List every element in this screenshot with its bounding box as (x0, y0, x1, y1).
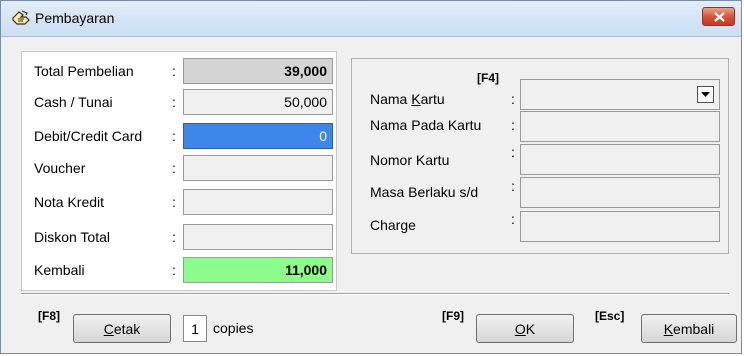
colon: : (172, 63, 176, 79)
nota-kredit-input[interactable] (183, 189, 333, 215)
voucher-row: Voucher : (22, 153, 338, 183)
kembali-field: 11,000 (183, 257, 333, 283)
cash-label: Cash / Tunai (34, 94, 113, 110)
masa-berlaku-label: Masa Berlaku s/d (370, 184, 479, 200)
nama-pada-kartu-row: Nama Pada Kartu : (352, 111, 730, 142)
colon: : (172, 128, 176, 144)
total-pembelian-row: Total Pembelian : 39,000 (22, 56, 338, 86)
colon: : (172, 229, 176, 245)
diskon-total-label: Diskon Total (34, 229, 111, 245)
nomor-kartu-label: Nomor Kartu (370, 152, 450, 168)
nomor-kartu-input[interactable] (520, 144, 720, 175)
kembali-label: Kembali (34, 262, 85, 278)
nama-pada-kartu-label: Nama Pada Kartu (370, 117, 482, 133)
total-pembelian-field: 39,000 (183, 58, 333, 84)
dropdown-button[interactable] (697, 86, 714, 103)
esc-hotkey-label: [Esc] (595, 309, 625, 323)
nama-kartu-dropdown[interactable] (520, 79, 720, 110)
voucher-label: Voucher (34, 160, 86, 176)
colon: : (511, 211, 515, 227)
close-button[interactable] (702, 7, 735, 26)
f8-hotkey-label: [F8] (38, 309, 60, 323)
charge-input[interactable] (520, 211, 720, 242)
total-pembelian-label: Total Pembelian (34, 63, 134, 79)
kembali-row: Kembali : 11,000 (22, 255, 338, 285)
diskon-total-row: Diskon Total : (22, 222, 338, 252)
colon: : (172, 160, 176, 176)
payment-hand-icon (11, 9, 31, 29)
copies-input[interactable]: 1 (183, 315, 207, 342)
copies-label: copies (213, 320, 254, 336)
colon: : (172, 262, 176, 278)
charge-label: Charge (370, 217, 416, 233)
window-title: Pembayaran (35, 10, 115, 26)
nota-kredit-label: Nota Kredit (34, 194, 105, 210)
colon: : (511, 91, 515, 107)
payment-dialog: Pembayaran Total Pembelian : 39,000 Cash… (0, 0, 742, 354)
charge-row: Charge : (352, 211, 730, 242)
colon: : (511, 144, 515, 160)
card-details-panel: [F4] Nama Kartu : Nama Pada Kartu : Nomo… (351, 58, 729, 254)
voucher-input[interactable] (183, 155, 333, 181)
masa-berlaku-row: Masa Berlaku s/d : (352, 177, 730, 208)
chevron-down-icon (701, 92, 710, 97)
masa-berlaku-input[interactable] (520, 177, 720, 208)
title-bar[interactable]: Pembayaran (1, 1, 741, 37)
debit-credit-input[interactable]: 0 (183, 123, 333, 149)
nomor-kartu-row: Nomor Kartu : (352, 144, 730, 175)
cash-row: Cash / Tunai : 50,000 (22, 87, 338, 117)
nama-kartu-row: Nama Kartu : (352, 79, 730, 110)
nota-kredit-row: Nota Kredit : (22, 187, 338, 217)
colon: : (511, 178, 515, 194)
nama-pada-kartu-input[interactable] (520, 111, 720, 142)
colon: : (172, 94, 176, 110)
debit-credit-row: Debit/Credit Card : 0 (22, 121, 338, 151)
f9-hotkey-label: [F9] (442, 309, 464, 323)
nama-kartu-label: Nama Kartu (370, 91, 445, 107)
footer-divider (21, 293, 729, 295)
cetak-button[interactable]: Cetak (73, 314, 171, 343)
kembali-button[interactable]: Kembali (641, 314, 737, 343)
ok-button[interactable]: OK (476, 314, 574, 343)
debit-credit-label: Debit/Credit Card (34, 128, 143, 144)
payment-summary-panel: Total Pembelian : 39,000 Cash / Tunai : … (21, 51, 337, 291)
diskon-total-input[interactable] (183, 224, 333, 250)
cash-input[interactable]: 50,000 (183, 89, 333, 115)
colon: : (511, 117, 515, 133)
colon: : (172, 194, 176, 210)
close-icon (714, 12, 725, 22)
